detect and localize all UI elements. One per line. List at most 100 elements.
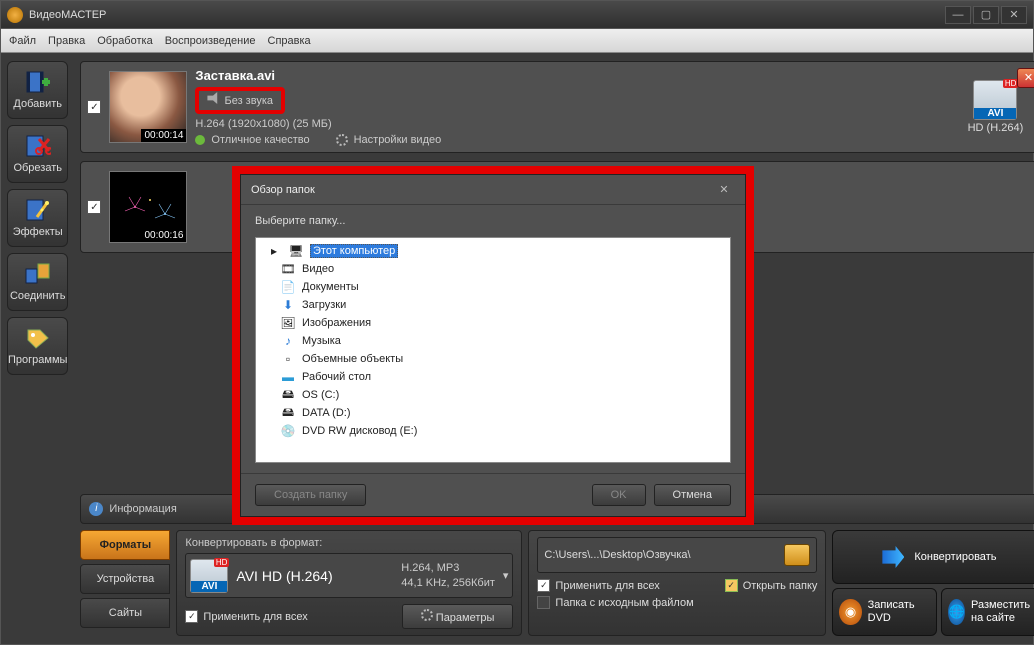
scissors-icon bbox=[24, 134, 52, 158]
format-badge: AVI bbox=[974, 108, 1016, 119]
dialog-close-button[interactable]: ✕ bbox=[713, 183, 735, 196]
menu-process[interactable]: Обработка bbox=[97, 35, 152, 47]
open-folder-label: Открыть папку bbox=[743, 580, 818, 592]
hd-badge: HD bbox=[1003, 79, 1019, 88]
folder-tree[interactable]: ▸🖥Этот компьютер 🎞Видео 📄Документы ⬇Загр… bbox=[255, 237, 731, 463]
apply-all-label: Применить для всех bbox=[203, 611, 307, 623]
format-heading: Конвертировать в формат: bbox=[185, 537, 513, 549]
format-name: AVI HD (H.264) bbox=[236, 568, 393, 584]
tree-item[interactable]: 🖴DATA (D:) bbox=[262, 404, 724, 422]
browse-folder-button[interactable] bbox=[784, 544, 810, 566]
info-label: Информация bbox=[109, 503, 176, 515]
quality-label: Отличное качество bbox=[211, 134, 309, 146]
sidebar-join[interactable]: Соединить bbox=[7, 253, 68, 311]
tree-item[interactable]: 🖴OS (C:) bbox=[262, 386, 724, 404]
tag-icon bbox=[24, 326, 52, 350]
disc-icon: ◉ bbox=[839, 599, 861, 625]
sidebar-add[interactable]: Добавить bbox=[7, 61, 68, 119]
duration-label: 00:00:16 bbox=[141, 229, 186, 242]
wand-icon bbox=[24, 198, 52, 222]
quality-dot-icon bbox=[195, 135, 205, 145]
maximize-button[interactable]: ▢ bbox=[973, 6, 999, 24]
video-settings-link[interactable]: Настройки видео bbox=[354, 134, 442, 146]
src-folder-checkbox[interactable] bbox=[537, 596, 550, 609]
menu-playback[interactable]: Воспроизведение bbox=[165, 35, 256, 47]
mute-icon bbox=[207, 92, 221, 104]
computer-icon: 🖥 bbox=[288, 244, 304, 258]
remove-item-button[interactable]: ✕ bbox=[1017, 68, 1034, 88]
convert-arrow-icon bbox=[882, 546, 904, 568]
menubar: Файл Правка Обработка Воспроизведение Сп… bbox=[1, 29, 1033, 53]
app-title: ВидеоМАСТЕР bbox=[29, 9, 106, 21]
format-sub2: 44,1 KHz, 256Кбит bbox=[401, 576, 495, 590]
sidebar-trim[interactable]: Обрезать bbox=[7, 125, 68, 183]
params-button[interactable]: Параметры bbox=[402, 604, 514, 629]
sidebar-programs[interactable]: Программы bbox=[7, 317, 68, 375]
tab-formats[interactable]: Форматы bbox=[80, 530, 170, 560]
titlebar: ВидеоМАСТЕР — ▢ ✕ bbox=[1, 1, 1033, 29]
menu-edit[interactable]: Правка bbox=[48, 35, 85, 47]
output-panel: C:\Users\...\Desktop\Озвучка\ ✓ Применит… bbox=[528, 530, 826, 636]
sidebar: Добавить Обрезать Эффекты Соединить Прог… bbox=[1, 53, 74, 644]
no-sound-label: Без звука bbox=[224, 95, 273, 107]
tree-item[interactable]: 🎞Видео bbox=[262, 260, 724, 278]
format-panel: Конвертировать в формат: HD AVI AVI HD (… bbox=[176, 530, 522, 636]
sidebar-effects[interactable]: Эффекты bbox=[7, 189, 68, 247]
info-icon: i bbox=[89, 502, 103, 516]
dvd-drive-icon: 💿 bbox=[280, 424, 296, 438]
tree-item[interactable]: ⬇Загрузки bbox=[262, 296, 724, 314]
src-folder-label: Папка с исходным файлом bbox=[555, 597, 693, 609]
menu-help[interactable]: Справка bbox=[268, 35, 311, 47]
convert-button[interactable]: Конвертировать bbox=[832, 530, 1034, 584]
tree-item[interactable]: 🖼Изображения bbox=[262, 314, 724, 332]
dropdown-icon[interactable]: ▾ bbox=[503, 569, 509, 582]
open-folder-checkbox[interactable]: ✓ bbox=[725, 579, 738, 592]
app-logo-icon bbox=[7, 7, 23, 23]
tree-item[interactable]: ▫Объемные объекты bbox=[262, 350, 724, 368]
sidebar-label: Эффекты bbox=[13, 226, 63, 238]
download-icon: ⬇ bbox=[280, 298, 296, 312]
hd-badge: HD bbox=[214, 558, 230, 567]
tree-item[interactable]: ▬Рабочий стол bbox=[262, 368, 724, 386]
dialog-title: Обзор папок bbox=[251, 184, 315, 196]
gear-icon bbox=[421, 609, 433, 621]
burn-dvd-button[interactable]: ◉ Записать DVD bbox=[832, 588, 937, 636]
globe-icon: 🌐 bbox=[948, 599, 965, 625]
item-checkbox[interactable]: ✓ bbox=[87, 100, 101, 114]
video-thumbnail[interactable]: 00:00:16 bbox=[109, 171, 187, 243]
video-thumbnail[interactable]: 00:00:14 bbox=[109, 71, 187, 143]
duration-label: 00:00:14 bbox=[141, 129, 186, 142]
drive-icon: 🖴 bbox=[280, 406, 296, 420]
ok-button[interactable]: OK bbox=[592, 484, 646, 506]
output-path[interactable]: C:\Users\...\Desktop\Озвучка\ bbox=[544, 549, 778, 561]
cancel-button[interactable]: Отмена bbox=[654, 484, 731, 506]
item-checkbox[interactable]: ✓ bbox=[87, 200, 101, 214]
video-item[interactable]: ✓ 00:00:14 Заставка.avi Без звука H.264 … bbox=[80, 61, 1034, 153]
menu-file[interactable]: Файл bbox=[9, 35, 36, 47]
tree-item[interactable]: ♪Музыка bbox=[262, 332, 724, 350]
format-icon: HD AVI bbox=[190, 559, 228, 593]
tree-item[interactable]: 💿DVD RW дисковод (E:) bbox=[262, 422, 724, 440]
tab-devices[interactable]: Устройства bbox=[80, 564, 170, 594]
minimize-button[interactable]: — bbox=[945, 6, 971, 24]
sidebar-label: Программы bbox=[8, 354, 67, 366]
film-plus-icon bbox=[24, 70, 52, 94]
close-button[interactable]: ✕ bbox=[1001, 6, 1027, 24]
sidebar-label: Соединить bbox=[10, 290, 66, 302]
format-badge: AVI bbox=[191, 581, 227, 592]
publish-button[interactable]: 🌐 Разместить на сайте bbox=[941, 588, 1034, 636]
tree-item[interactable]: 📄Документы bbox=[262, 278, 724, 296]
apply-all-checkbox[interactable]: ✓ bbox=[537, 579, 550, 592]
apply-all-checkbox[interactable]: ✓ bbox=[185, 610, 198, 623]
create-folder-button[interactable]: Создать папку bbox=[255, 484, 366, 506]
join-icon bbox=[24, 262, 52, 286]
sidebar-label: Добавить bbox=[13, 98, 62, 110]
format-icon[interactable]: HD AVI bbox=[973, 80, 1017, 120]
tree-item-this-pc[interactable]: ▸🖥Этот компьютер bbox=[262, 242, 724, 260]
music-icon: ♪ bbox=[280, 334, 296, 348]
objects-icon: ▫ bbox=[280, 352, 296, 366]
highlight-box: Обзор папок ✕ Выберите папку... ▸🖥Этот к… bbox=[232, 166, 754, 525]
sidebar-label: Обрезать bbox=[13, 162, 62, 174]
tab-sites[interactable]: Сайты bbox=[80, 598, 170, 628]
video-folder-icon: 🎞 bbox=[280, 262, 296, 276]
